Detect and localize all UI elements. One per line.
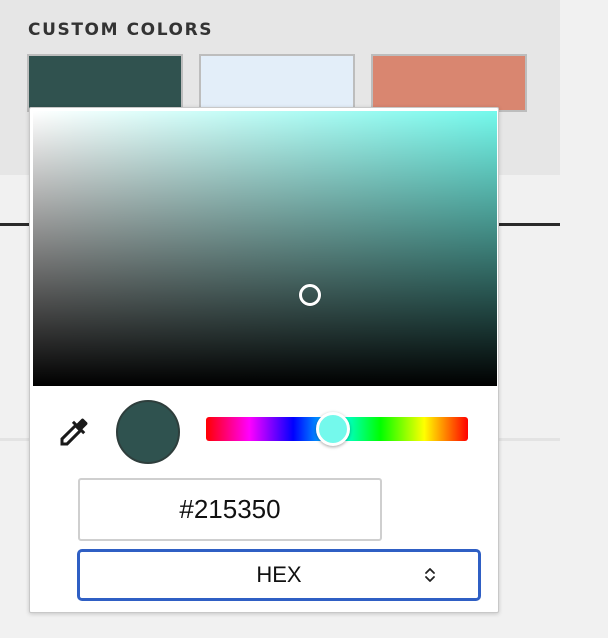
hue-slider-handle[interactable] — [315, 412, 350, 446]
up-down-chevron-icon — [425, 568, 435, 582]
divider-light-left — [0, 438, 30, 441]
hue-slider[interactable] — [206, 412, 468, 446]
divider-light-right — [498, 438, 560, 441]
eyedropper-icon[interactable] — [56, 414, 92, 450]
custom-colors-title: CUSTOM COLORS — [28, 20, 214, 40]
saturation-value-area[interactable] — [33, 111, 497, 386]
color-preview-circle — [116, 400, 180, 464]
swatch-salmon[interactable] — [371, 54, 527, 112]
swatch-pale-blue[interactable] — [199, 54, 355, 112]
saturation-value-handle[interactable] — [299, 284, 321, 306]
color-format-select[interactable]: HEX — [77, 549, 481, 601]
swatch-dark-teal[interactable] — [27, 54, 183, 112]
color-picker-popover: HEX — [29, 107, 499, 613]
color-format-label: HEX — [256, 562, 302, 587]
divider-left — [0, 223, 30, 226]
hex-input[interactable] — [78, 478, 382, 541]
divider-right — [498, 223, 560, 226]
